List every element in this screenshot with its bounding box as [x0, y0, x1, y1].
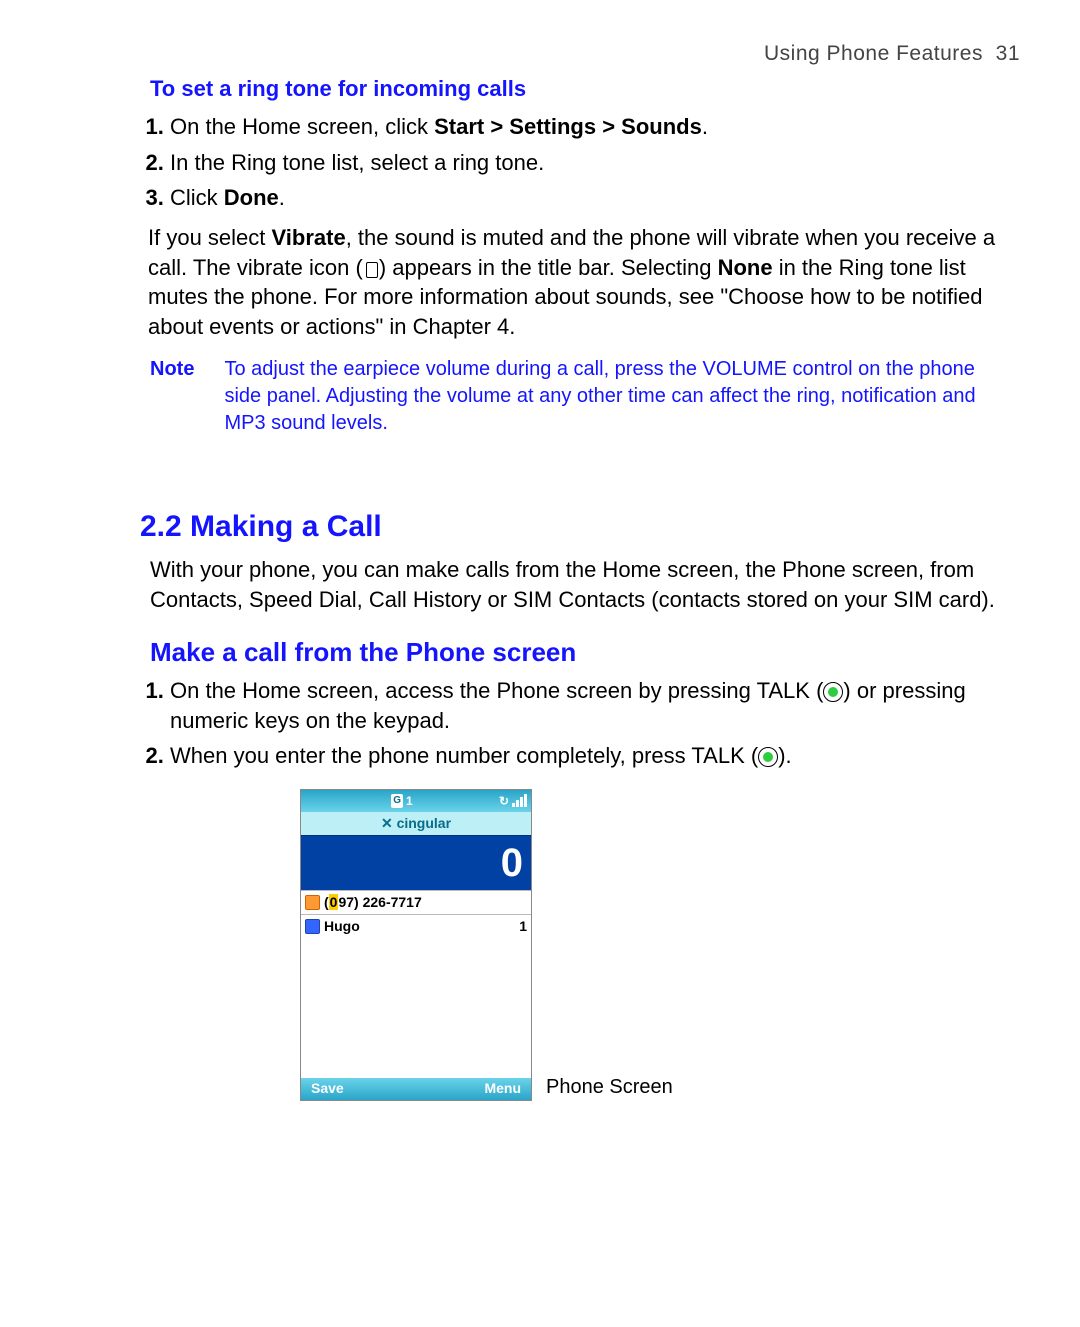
- contact-name: Hugo: [324, 917, 360, 936]
- phone-status-bar: G 1 ↻: [301, 790, 531, 812]
- contact-row: Hugo 1: [301, 914, 531, 938]
- none-word: None: [718, 255, 773, 280]
- talk-icon: [823, 682, 843, 702]
- note-label: Note: [150, 356, 194, 437]
- match-highlight: 0: [329, 894, 339, 910]
- status-number: 1: [406, 793, 413, 809]
- done-label: Done: [224, 185, 279, 210]
- dialed-number-display: 0: [301, 835, 531, 890]
- section-ringtone-title: To set a ring tone for incoming calls: [150, 74, 1020, 104]
- signal-icon: [512, 794, 527, 807]
- phone-mockup: G 1 ↻ ✕ cingular 0 (097) 226-7717 Hugo 1: [300, 789, 532, 1101]
- note-body: To adjust the earpiece volume during a c…: [224, 356, 1004, 437]
- phone-caption: Phone Screen: [546, 1074, 673, 1101]
- menu-path: Start > Settings > Sounds: [434, 114, 702, 139]
- vibrate-word: Vibrate: [272, 225, 346, 250]
- make-call-phone-screen-title: Make a call from the Phone screen: [150, 635, 1020, 670]
- call-history-row: (097) 226-7717: [301, 890, 531, 914]
- carrier-label: ✕ cingular: [301, 812, 531, 835]
- ringtone-steps: On the Home screen, click Start > Settin…: [170, 112, 1020, 213]
- call-icon: [305, 895, 320, 910]
- step-2: In the Ring tone list, select a ring ton…: [170, 148, 1020, 178]
- vibrate-paragraph: If you select Vibrate, the sound is mute…: [148, 223, 1020, 342]
- page-header: Using Phone Features 31: [150, 40, 1020, 68]
- phone-softkeys: Save Menu: [301, 1078, 531, 1100]
- softkey-menu: Menu: [484, 1079, 521, 1098]
- sync-icon: ↻: [499, 793, 509, 809]
- step-1: On the Home screen, click Start > Settin…: [170, 112, 1020, 142]
- softkey-save: Save: [311, 1079, 344, 1098]
- page-number: 31: [996, 42, 1020, 65]
- making-call-intro: With your phone, you can make calls from…: [150, 555, 1020, 614]
- pstep-2: When you enter the phone number complete…: [170, 741, 1020, 771]
- talk-icon: [758, 747, 778, 767]
- pstep-1: On the Home screen, access the Phone scr…: [170, 676, 1020, 735]
- note-block: Note To adjust the earpiece volume durin…: [150, 356, 1020, 437]
- phone-screen-steps: On the Home screen, access the Phone scr…: [170, 676, 1020, 771]
- chapter-label: Using Phone Features: [764, 42, 983, 65]
- section-2-2-title: 2.2 Making a Call: [140, 507, 1020, 548]
- contact-icon: [305, 919, 320, 934]
- network-g-icon: G: [391, 794, 403, 808]
- vibrate-icon: [363, 261, 379, 277]
- contact-count: 1: [519, 917, 527, 936]
- phone-blank-area: [301, 938, 531, 1078]
- step-3: Click Done.: [170, 183, 1020, 213]
